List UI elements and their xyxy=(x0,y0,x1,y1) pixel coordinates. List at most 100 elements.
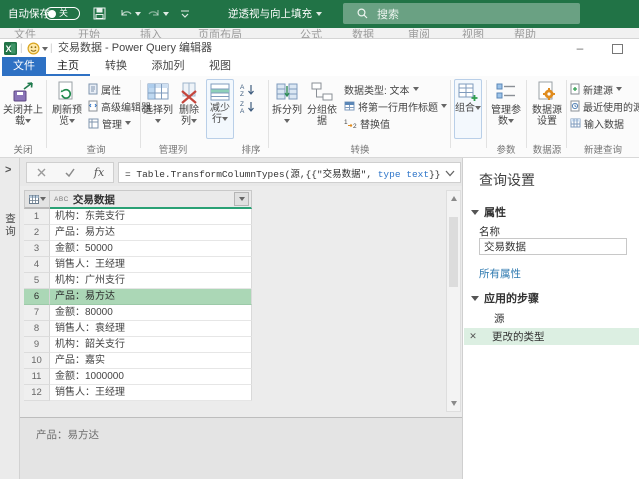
use-first-row-as-headers-button[interactable]: 将第一行用作标题 xyxy=(344,98,447,114)
excel-tab-insert[interactable]: 插入 xyxy=(140,28,162,38)
redo-dropdown-arrow[interactable] xyxy=(163,12,169,16)
maximize-icon[interactable] xyxy=(612,44,623,54)
smiley-feedback-icon[interactable] xyxy=(27,42,40,55)
applied-step-selected[interactable]: ✕ 更改的类型 xyxy=(464,328,639,345)
table-row[interactable]: 8 销售人：袁经理 xyxy=(24,321,252,337)
table-row[interactable]: 4 销售人：王经理 xyxy=(24,257,252,273)
redo-icon[interactable] xyxy=(147,7,161,20)
applied-step[interactable]: 源 xyxy=(464,310,639,327)
tab-transform[interactable]: 转换 xyxy=(94,57,138,76)
excel-tab-formulas[interactable]: 公式 xyxy=(300,28,322,38)
new-source-button[interactable]: 新建源 xyxy=(570,81,622,97)
table-menu-button[interactable] xyxy=(24,190,50,209)
delete-step-icon[interactable]: ✕ xyxy=(464,331,482,342)
data-source-settings-button[interactable]: 数据源设置 xyxy=(530,79,564,139)
properties-icon xyxy=(88,83,98,95)
enter-data-button[interactable]: 输入数据 xyxy=(570,115,624,131)
query-name-input[interactable] xyxy=(479,238,627,255)
recent-sources-button[interactable]: 最近使用的源 xyxy=(570,98,639,114)
all-properties-link[interactable]: 所有属性 xyxy=(479,266,521,281)
vertical-scrollbar[interactable] xyxy=(446,190,461,412)
excel-tab-file[interactable]: 文件 xyxy=(14,28,36,38)
group-label-transform: 转换 xyxy=(350,145,370,156)
formula-expand-chevron-icon[interactable] xyxy=(445,170,455,177)
autosave-toggle[interactable]: 关 xyxy=(45,7,80,20)
refresh-preview-button[interactable]: 刷新预览 xyxy=(50,79,84,139)
undo-dropdown-arrow[interactable] xyxy=(135,12,141,16)
queries-pane-collapsed[interactable]: > 查询 xyxy=(0,158,20,479)
grid-rows: 1 机构：东莞支行 2 产品：易方达 3 金额：50000 4 销售人：王经理 5 机构：… xyxy=(24,209,252,401)
excel-tab-help[interactable]: 帮助 xyxy=(514,28,536,38)
choose-columns-button[interactable]: 选择列 xyxy=(143,79,173,139)
sort-descending-icon: Z A xyxy=(240,101,254,113)
properties-button[interactable]: 属性 xyxy=(88,81,121,97)
combine-button[interactable]: 组合 xyxy=(454,79,482,139)
fx-icon[interactable]: fx xyxy=(94,166,104,179)
name-label: 名称 xyxy=(479,226,500,238)
table-row[interactable]: 7 金额：80000 xyxy=(24,305,252,321)
table-row[interactable]: 2 产品：易方达 xyxy=(24,225,252,241)
search-box[interactable]: 搜索 xyxy=(343,3,580,24)
excel-tab-home[interactable]: 开始 xyxy=(78,28,100,38)
excel-tab-review[interactable]: 审阅 xyxy=(408,28,430,38)
filter-button[interactable] xyxy=(234,192,249,206)
first-row-header-icon xyxy=(344,101,355,111)
screen: 自动保存 关 逆透视与向上填充 搜索 文件 开始 插入 页面布局 公式 数据 审… xyxy=(0,0,639,479)
column-type-badge[interactable]: ABC xyxy=(54,196,69,203)
data-type-button[interactable]: 数据类型: 文本 xyxy=(344,81,419,97)
tab-file[interactable]: 文件 xyxy=(2,57,46,76)
excel-tab-view[interactable]: 视图 xyxy=(462,28,484,38)
formula-input[interactable]: = Table.TransformColumnTypes(源,{{"交易数据",… xyxy=(118,162,461,183)
tab-home[interactable]: 主页 xyxy=(46,57,90,76)
group-by-button[interactable]: 分组依据 xyxy=(304,79,340,139)
close-and-load-button[interactable]: 关闭并上载 xyxy=(2,79,44,139)
collapse-triangle-icon[interactable] xyxy=(471,209,479,215)
applied-steps-section-header[interactable]: 应用的步骤 xyxy=(471,290,539,306)
minimize-icon[interactable]: – xyxy=(572,40,588,56)
sort-descending-button[interactable]: Z A xyxy=(240,98,256,114)
table-row[interactable]: 3 金额：50000 xyxy=(24,241,252,257)
undo-icon[interactable] xyxy=(119,7,133,20)
remove-columns-button[interactable]: 删除列 xyxy=(175,79,203,139)
table-row-selected[interactable]: 6 产品：易方达 xyxy=(24,289,252,305)
tab-view[interactable]: 视图 xyxy=(198,57,242,76)
table-corner-icon xyxy=(28,194,39,204)
smiley-dropdown-arrow[interactable] xyxy=(42,47,48,51)
refresh-icon xyxy=(58,81,73,100)
separator: | xyxy=(20,43,23,54)
scroll-down-icon[interactable] xyxy=(451,401,457,406)
table-row[interactable]: 10 产品：嘉实 xyxy=(24,353,252,369)
commit-check-icon[interactable] xyxy=(64,167,76,178)
cancel-icon[interactable] xyxy=(36,167,47,178)
quick-access-more-icon[interactable] xyxy=(180,9,190,19)
excel-tab-data[interactable]: 数据 xyxy=(352,28,374,38)
scrollbar-thumb[interactable] xyxy=(449,217,458,287)
properties-section-header[interactable]: 属性 xyxy=(471,204,506,220)
recent-sources-icon xyxy=(570,100,580,112)
dropdown-arrow xyxy=(441,104,447,108)
reduce-rows-button[interactable]: 减少行 xyxy=(206,79,234,139)
table-row[interactable]: 5 机构：广州支行 xyxy=(24,273,252,289)
advanced-editor-button[interactable]: 高级编辑器 xyxy=(88,98,151,114)
sort-ascending-button[interactable]: A Z xyxy=(240,81,256,97)
group-label-parameters: 参数 xyxy=(496,145,516,156)
collapse-triangle-icon[interactable] xyxy=(471,295,479,301)
column-header[interactable]: ABC 交易数据 xyxy=(50,190,252,209)
excel-tab-layout[interactable]: 页面布局 xyxy=(198,28,242,38)
manage-button[interactable]: 管理 xyxy=(88,115,131,131)
workbook-name-dropdown-arrow[interactable] xyxy=(316,12,322,16)
excel-app-icon: X xyxy=(4,42,17,55)
replace-values-button[interactable]: 1 2 替换值 xyxy=(344,115,390,131)
save-icon[interactable] xyxy=(93,7,106,20)
manage-parameters-button[interactable]: 管理参数 xyxy=(490,79,522,139)
table-row[interactable]: 1 机构：东莞支行 xyxy=(24,209,252,225)
workbook-name[interactable]: 逆透视与向上填充 xyxy=(228,0,312,28)
table-row[interactable]: 9 机构：韶关支行 xyxy=(24,337,252,353)
expand-pane-icon[interactable]: > xyxy=(5,164,11,176)
scroll-up-icon[interactable] xyxy=(451,196,457,201)
split-column-button[interactable]: 拆分列 xyxy=(272,79,302,139)
table-row[interactable]: 12 销售人：王经理 xyxy=(24,385,252,401)
tab-add-column[interactable]: 添加列 xyxy=(142,57,194,76)
table-row[interactable]: 11 金额：1000000 xyxy=(24,369,252,385)
data-source-settings-icon xyxy=(538,81,555,100)
